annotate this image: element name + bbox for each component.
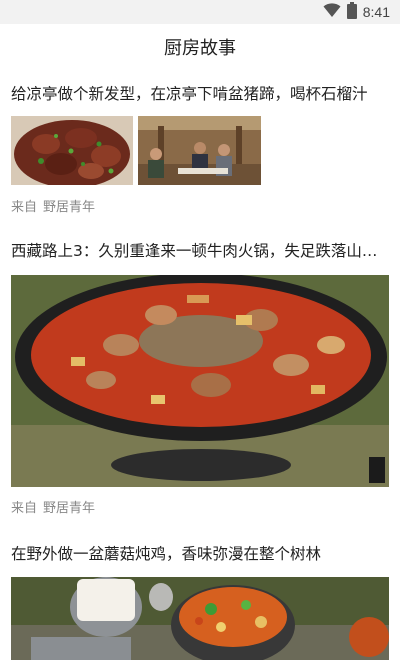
page-title: 厨房故事 [164, 38, 236, 59]
battery-icon [346, 1, 357, 23]
article-feed[interactable]: 给凉亭做个新发型，在凉亭下啃盆猪蹄，喝杯石榴汁 来自 野居青年 西藏路上3：久别… [0, 70, 400, 660]
beef-hotpot-wok-image[interactable] [11, 275, 389, 487]
article-title[interactable]: 在野外做一盆蘑菇炖鸡，香味弥漫在整个树林 [11, 543, 391, 565]
article-source: 来自 野居青年 [11, 497, 95, 516]
source-name[interactable]: 野居青年 [43, 196, 95, 215]
status-time: 8:41 [362, 4, 390, 20]
article-source: 来自 野居青年 [11, 196, 95, 215]
article-card[interactable]: 在野外做一盆蘑菇炖鸡，香味弥漫在整个树林 [0, 520, 400, 660]
braised-pork-trotters-image[interactable] [11, 116, 133, 185]
article-card[interactable]: 给凉亭做个新发型，在凉亭下啃盆猪蹄，喝杯石榴汁 来自 野居青年 [0, 70, 400, 220]
source-prefix: 来自 [11, 501, 38, 516]
wifi-icon [323, 2, 341, 22]
people-in-pavilion-image[interactable] [138, 116, 261, 185]
source-name[interactable]: 野居青年 [43, 497, 95, 516]
article-title[interactable]: 西藏路上3：久别重逢来一顿牛肉火锅，失足跌落山… [11, 240, 391, 262]
app-header: 厨房故事 [0, 24, 400, 70]
article-card[interactable]: 西藏路上3：久别重逢来一顿牛肉火锅，失足跌落山… 来自 野居青年 [0, 220, 400, 520]
source-prefix: 来自 [11, 200, 38, 215]
mushroom-chicken-stew-image[interactable] [11, 577, 389, 660]
status-bar: 8:41 [0, 0, 400, 24]
status-icons: 8:41 [323, 1, 390, 23]
article-title[interactable]: 给凉亭做个新发型，在凉亭下啃盆猪蹄，喝杯石榴汁 [11, 83, 391, 105]
